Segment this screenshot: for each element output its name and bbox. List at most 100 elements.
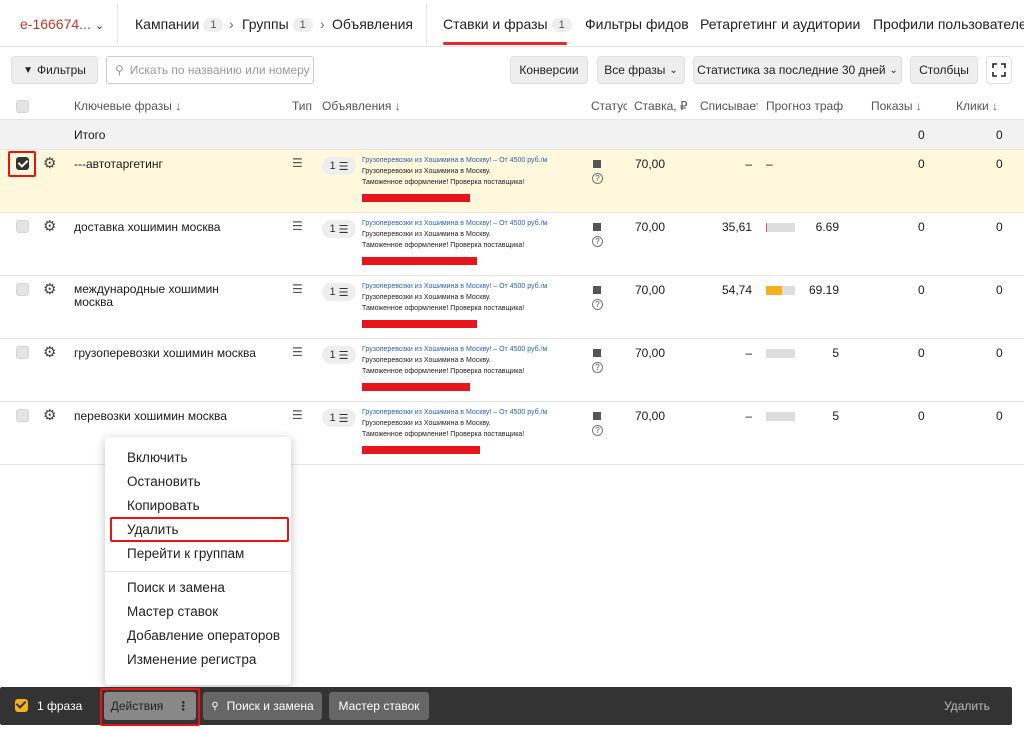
list-type-icon: ☰ (292, 282, 303, 296)
gear-icon[interactable]: ⚙ (43, 282, 56, 297)
keyword-phrase[interactable]: международные хошимин москва (74, 283, 244, 309)
column-bid[interactable]: Ставка, ₽ (634, 99, 692, 113)
table-row[interactable]: ⚙ доставка хошимин москва ☰ 1 ☰ Грузоперевозк… (0, 213, 1024, 276)
redacted-bar (362, 383, 470, 391)
ad-line: Таможенное оформление! Проверка поставщи… (362, 431, 525, 438)
gear-icon[interactable]: ⚙ (43, 345, 56, 360)
row-checkbox[interactable] (16, 346, 29, 359)
menu-item-stop[interactable]: Остановить (127, 474, 201, 489)
column-charged[interactable]: Списывает (700, 99, 758, 113)
status-stop-icon (593, 286, 601, 294)
bid-master-button[interactable]: Мастер ставок (329, 692, 429, 720)
menu-item-bid-master[interactable]: Мастер ставок (127, 604, 218, 619)
help-icon[interactable]: ? (592, 299, 603, 310)
column-ads[interactable]: Объявления ↓ (322, 99, 401, 113)
breadcrumb-groups[interactable]: Группы 1 (242, 16, 313, 32)
table-row[interactable]: ⚙ ---автотаргетинг ☰ 1 ☰ Грузоперевозки из Хо… (0, 150, 1024, 213)
highlight-actions (100, 688, 200, 726)
ad-preview[interactable]: Грузоперевозки из Хошимина в Москву! – О… (362, 344, 578, 377)
dropdown-label: Все фразы (604, 63, 666, 77)
forecast-value: 6.69 (815, 220, 839, 234)
sort-icon: ↓ (992, 99, 998, 113)
search-icon: ⚲ (115, 63, 124, 77)
column-keywords[interactable]: Ключевые фразы ↓ (74, 99, 181, 113)
menu-item-go-to-groups[interactable]: Перейти к группам (127, 546, 244, 561)
filters-button[interactable]: ▼ Фильтры (11, 56, 98, 84)
menu-item-copy[interactable]: Копировать (127, 498, 200, 513)
menu-item-add-operators[interactable]: Добавление операторов (127, 628, 280, 643)
highlight-delete (110, 517, 289, 542)
ad-preview[interactable]: Грузоперевозки из Хошимина в Москву! – О… (362, 407, 578, 440)
table-row[interactable]: ⚙ грузоперевозки хошимин москва ☰ 1 ☰ Грузопе… (0, 339, 1024, 402)
ad-preview[interactable]: Грузоперевозки из Хошимина в Москву! – О… (362, 155, 578, 188)
breadcrumb-label: Группы (242, 16, 289, 32)
ads-count-badge[interactable]: 1 ☰ (322, 409, 356, 427)
impressions-value: 0 (918, 220, 925, 234)
tab-user-profiles[interactable]: Профили пользователей (873, 16, 1024, 32)
clicks-value: 0 (996, 409, 1003, 423)
ads-count: 1 (329, 223, 336, 235)
gear-icon[interactable]: ⚙ (43, 156, 56, 171)
keyword-phrase[interactable]: перевозки хошимин москва (74, 409, 227, 423)
bid-value[interactable]: 70,00 (635, 220, 665, 234)
bid-value[interactable]: 70,00 (635, 283, 665, 297)
row-checkbox[interactable] (16, 220, 29, 233)
menu-item-search-replace[interactable]: Поиск и замена (127, 580, 225, 595)
delete-button[interactable]: Удалить (944, 699, 990, 713)
tab-bids-phrases[interactable]: Ставки и фразы 1 (443, 16, 572, 32)
menu-item-change-case[interactable]: Изменение регистра (127, 652, 256, 667)
phrases-filter-dropdown[interactable]: Все фразы ⌄ (597, 56, 685, 84)
column-forecast[interactable]: Прогноз трафи (766, 99, 844, 113)
help-icon[interactable]: ? (592, 236, 603, 247)
forecast-bar-fill (766, 286, 782, 295)
keyword-phrase[interactable]: грузоперевозки хошимин москва (74, 346, 256, 360)
stats-period-dropdown[interactable]: Статистика за последние 30 дней ⌄ (693, 56, 902, 84)
ad-preview[interactable]: Грузоперевозки из Хошимина в Москву! – О… (362, 218, 578, 251)
bid-value[interactable]: 70,00 (635, 157, 665, 171)
selected-count: 1 фраза (37, 699, 83, 713)
row-checkbox[interactable] (16, 409, 29, 422)
selected-checkbox[interactable] (15, 699, 28, 712)
ads-count-badge[interactable]: 1 ☰ (322, 283, 356, 301)
menu-item-enable[interactable]: Включить (127, 450, 188, 465)
column-impressions[interactable]: Показы ↓ (871, 99, 922, 113)
keyword-phrase[interactable]: ---автотаргетинг (74, 157, 163, 171)
divider (426, 4, 427, 44)
help-icon[interactable]: ? (592, 173, 603, 184)
ads-count-badge[interactable]: 1 ☰ (322, 220, 356, 238)
tab-feed-filters[interactable]: Фильтры фидов (585, 16, 689, 32)
redacted-bar (362, 446, 480, 454)
help-icon[interactable]: ? (592, 362, 603, 373)
account-selector[interactable]: e-166674... ⌄ (20, 16, 104, 32)
fullscreen-icon[interactable] (986, 56, 1012, 84)
redacted-bar (362, 257, 477, 265)
keyword-phrase[interactable]: доставка хошимин москва (74, 220, 220, 234)
list-icon: ☰ (338, 412, 349, 425)
tab-retargeting[interactable]: Ретаргетинг и аудитории (700, 16, 860, 32)
bid-value[interactable]: 70,00 (635, 346, 665, 360)
column-status[interactable]: Статус (591, 99, 627, 113)
column-clicks[interactable]: Клики ↓ (956, 99, 998, 113)
ads-count: 1 (329, 412, 336, 424)
column-type[interactable]: Тип (292, 99, 312, 113)
row-checkbox[interactable] (16, 283, 29, 296)
gear-icon[interactable]: ⚙ (43, 219, 56, 234)
search-input-wrapper[interactable]: ⚲ (106, 56, 314, 84)
ad-preview[interactable]: Грузоперевозки из Хошимина в Москву! – О… (362, 281, 578, 314)
select-all-checkbox[interactable] (16, 100, 29, 113)
table-row[interactable]: ⚙ международные хошимин москва ☰ 1 ☰ Грузопер… (0, 276, 1024, 339)
breadcrumb-campaigns[interactable]: Кампании 1 (135, 16, 224, 32)
fullscreen-glyph (992, 63, 1006, 77)
help-icon[interactable]: ? (592, 425, 603, 436)
ad-title: Грузоперевозки из Хошимина в Москву! – О… (362, 346, 548, 353)
search-input[interactable] (129, 63, 310, 77)
gear-icon[interactable]: ⚙ (43, 408, 56, 423)
bid-value[interactable]: 70,00 (635, 409, 665, 423)
search-replace-button[interactable]: ⚲ Поиск и замена (203, 692, 322, 720)
ads-count-badge[interactable]: 1 ☰ (322, 346, 356, 364)
ads-count-badge[interactable]: 1 ☰ (322, 157, 356, 175)
columns-button[interactable]: Столбцы (910, 56, 978, 84)
breadcrumb-ads[interactable]: Объявления (332, 16, 413, 32)
ad-line: Таможенное оформление! Проверка поставщи… (362, 179, 525, 186)
conversions-button[interactable]: Конверсии (510, 56, 588, 84)
